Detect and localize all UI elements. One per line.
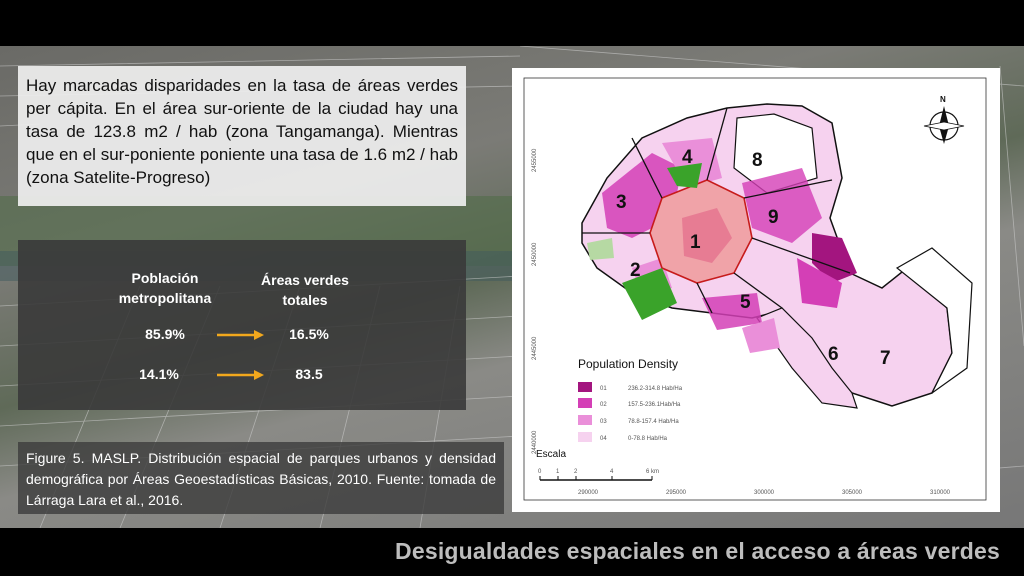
zone-number: 4	[682, 147, 693, 168]
zone-number: 9	[768, 207, 779, 228]
zone-number: 1	[690, 232, 701, 253]
scale-title: Escala	[536, 449, 566, 460]
legend-swatch	[578, 382, 592, 392]
green-areas-header-line2: totales	[282, 292, 328, 308]
y-tick: 2445000	[532, 336, 538, 360]
legend-code: 03	[600, 419, 607, 425]
legend-swatch	[578, 415, 592, 425]
right-arrow-icon	[217, 330, 264, 340]
x-tick: 310000	[930, 490, 951, 496]
x-tick: 295000	[666, 490, 687, 496]
population-value-1: 85.9%	[145, 326, 185, 342]
legend-range: 0-78.8 Hab/Ha	[628, 436, 668, 442]
map-canvas: 2455000 2450000 2445000 2440000 290000 2…	[523, 77, 987, 501]
north-label: N	[940, 95, 946, 104]
population-value-2: 14.1%	[139, 366, 179, 382]
population-header-line2: metropolitana	[118, 290, 212, 306]
scale-tick: 6 km	[646, 469, 659, 475]
population-density-map: 2455000 2450000 2445000 2440000 290000 2…	[512, 68, 1000, 512]
stats-panel: Población metropolitana Áreas verdes tot…	[18, 240, 466, 410]
intro-paragraph: Hay marcadas disparidades en la tasa de …	[26, 76, 458, 187]
legend-title: Population Density	[578, 357, 678, 371]
green-areas-header: Áreas verdes totales	[240, 270, 370, 310]
right-arrow-icon	[217, 370, 264, 380]
legend-code: 01	[600, 386, 607, 392]
x-tick: 300000	[754, 490, 775, 496]
legend-swatch	[578, 398, 592, 408]
slide-title: Desigualdades espaciales en el acceso a …	[395, 538, 1000, 564]
legend-range: 236.2-314.8 Hab/Ha	[628, 386, 683, 392]
zone-number: 6	[828, 344, 839, 365]
legend-range: 157.5-236.1Hab/Ha	[628, 402, 681, 408]
green-areas-header-line1: Áreas verdes	[261, 272, 349, 288]
top-black-bar	[0, 0, 1024, 46]
x-tick: 290000	[578, 490, 599, 496]
population-header: Población metropolitana	[100, 268, 230, 308]
figure-caption: Figure 5. MASLP. Distribución espacial d…	[26, 450, 496, 508]
y-tick: 2455000	[532, 148, 538, 172]
figure-caption-box: Figure 5. MASLP. Distribución espacial d…	[18, 442, 504, 514]
legend-range: 78.8-157.4 Hab/Ha	[628, 419, 679, 425]
green-areas-value-2: 83.5	[295, 366, 323, 382]
zone-number: 2	[630, 260, 641, 281]
zone-number: 5	[740, 292, 751, 313]
intro-text-box: Hay marcadas disparidades en la tasa de …	[18, 66, 466, 206]
population-header-line1: Población	[131, 270, 199, 286]
legend-code: 04	[600, 436, 607, 442]
zone-number: 7	[880, 348, 891, 369]
legend-code: 02	[600, 402, 607, 408]
green-areas-value-1: 16.5%	[289, 326, 329, 342]
zone-number: 8	[752, 150, 763, 171]
zone-number: 3	[616, 192, 627, 213]
legend-swatch	[578, 432, 592, 442]
x-tick: 305000	[842, 490, 863, 496]
y-tick: 2450000	[532, 242, 538, 266]
